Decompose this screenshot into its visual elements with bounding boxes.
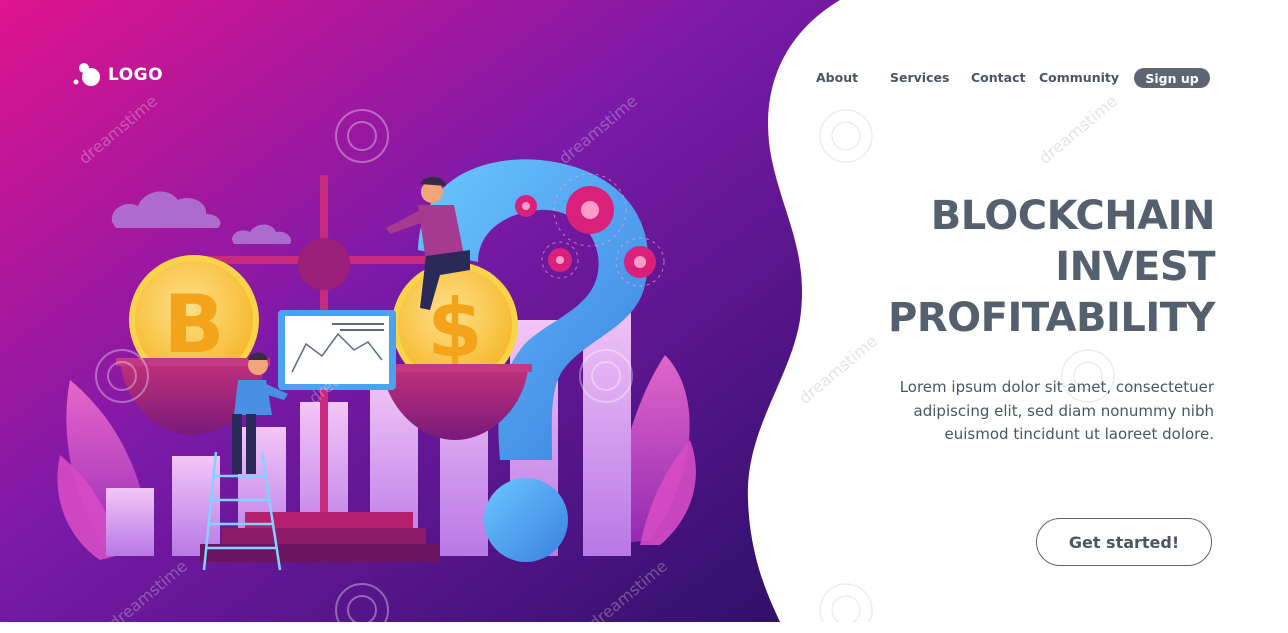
nav-link-services[interactable]: Services	[890, 70, 949, 85]
scale-base	[222, 528, 426, 544]
nav-link-community[interactable]: Community	[1039, 70, 1119, 85]
scale-base	[200, 544, 440, 562]
hero-description-line: Lorem ipsum dolor sit amet, consectetuer	[899, 378, 1214, 396]
nav-link-about[interactable]: About	[816, 70, 858, 85]
svg-text:$: $	[427, 282, 483, 375]
hero-description-line: adipiscing elit, sed diam nonummy nibh	[913, 401, 1214, 420]
logo[interactable]: LOGO	[72, 62, 163, 88]
svg-text:B: B	[164, 278, 225, 371]
hero-description-line: euismod tincidunt ut laoreet dolore.	[944, 425, 1214, 443]
signup-button[interactable]: Sign up	[1134, 68, 1210, 88]
gear-icon	[548, 248, 572, 272]
scale-base	[245, 512, 413, 528]
scale-hub	[298, 238, 350, 290]
bar	[106, 488, 154, 556]
logo-dots-icon	[73, 63, 100, 86]
hero-title-line: INVEST	[1055, 244, 1215, 290]
logo-text: LOGO	[108, 65, 164, 85]
gear-icon	[566, 186, 614, 234]
hero-description: Lorem ipsum dolor sit amet, consectetuer…	[874, 376, 1214, 447]
gear-icon	[515, 195, 537, 217]
question-dot	[484, 478, 568, 562]
hero-title-line: PROFITABILITY	[888, 295, 1215, 341]
gear-icon	[624, 246, 656, 278]
hero-title: BLOCKCHAIN INVEST PROFITABILITY	[855, 191, 1215, 344]
hero-title-line: BLOCKCHAIN	[930, 193, 1216, 239]
bar	[172, 456, 220, 556]
nav-link-contact[interactable]: Contact	[971, 70, 1025, 85]
get-started-button[interactable]: Get started!	[1036, 518, 1212, 566]
top-navigation: About Services Contact Community Sign up	[808, 68, 1218, 90]
